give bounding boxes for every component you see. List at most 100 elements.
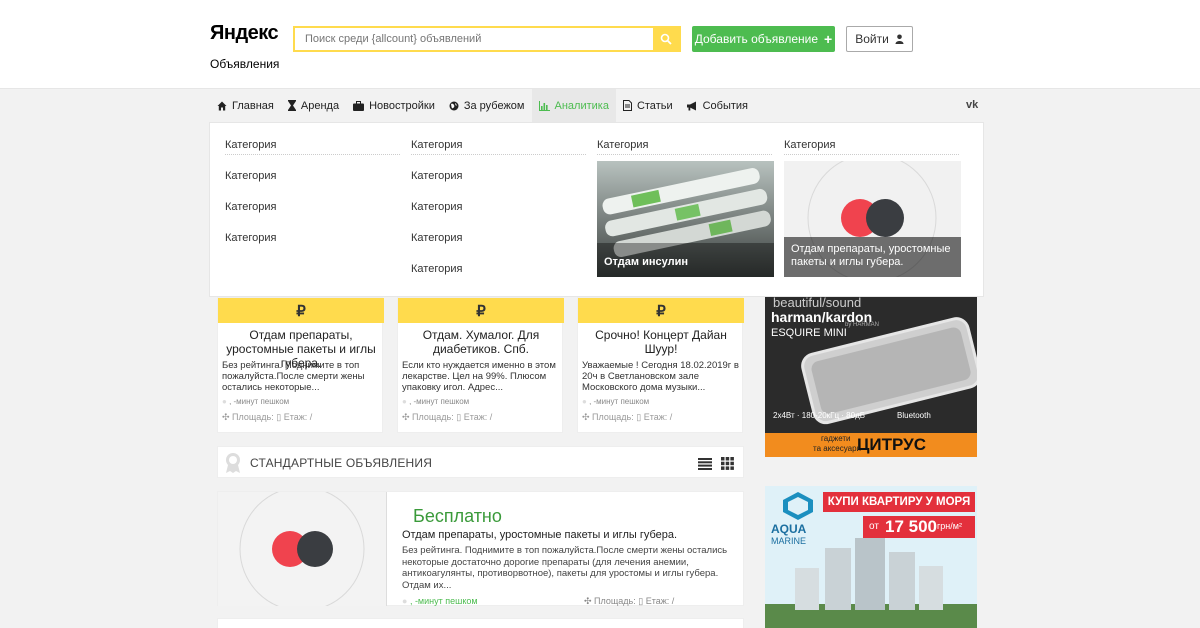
search-box [293, 26, 681, 52]
card-walk: ● , -минут пешком [582, 397, 650, 406]
metro-dot-icon: ● [582, 397, 590, 406]
yandex-logo[interactable]: Яндекс [210, 22, 279, 45]
banner-ad-speaker[interactable]: beautiful/sound harman/kardon by HARMAN … [765, 297, 977, 457]
bar-chart-icon [538, 100, 550, 111]
nav-item-rent[interactable]: Аренда [281, 89, 346, 122]
search-input[interactable] [295, 28, 653, 50]
promo-drugs[interactable]: Отдам препараты, уростомные пакеты и игл… [784, 161, 961, 277]
nav-label: Новостройки [369, 99, 435, 112]
aqua-logo-icon [783, 492, 813, 520]
search-icon [660, 33, 672, 45]
header: Яндекс Объявления Добавить объявление + … [0, 0, 1200, 89]
add-ad-button[interactable]: Добавить объявление + [692, 26, 835, 52]
logo-text: Яндекс [210, 22, 279, 44]
speaker-image [801, 317, 977, 425]
dropdown-col2-item[interactable]: Категория [411, 201, 462, 213]
price-bar: ₽ [398, 298, 564, 323]
badge-icon [226, 453, 240, 473]
logo-subtitle[interactable]: Объявления [210, 57, 279, 71]
metro-dot-icon: ● [402, 397, 410, 406]
ruble-icon: ₽ [476, 302, 486, 320]
card-meta: ✣ Площадь: ▯ Етаж: / [222, 412, 313, 422]
list-view-icon[interactable] [698, 458, 712, 470]
area-icon: ✣ [222, 412, 233, 422]
dropdown-col2-head[interactable]: Категория [411, 139, 462, 151]
price-bar: ₽ [578, 298, 744, 323]
megaphone-icon [686, 101, 696, 110]
ad-unit: грн/м² [937, 521, 962, 531]
ad-brand: AQUA [771, 522, 807, 536]
floor-icon: ▯ [636, 412, 644, 422]
ad-price-box: от 17 500 грн/м² [863, 516, 975, 538]
promo-caption: Отдам препараты, уростомные пакеты и игл… [791, 243, 951, 268]
section-title: СТАНДАРТНЫЕ ОБЪЯВЛЕНИЯ [250, 456, 433, 470]
divider [784, 154, 959, 155]
divider [225, 154, 400, 155]
listing-item[interactable] [217, 618, 744, 628]
dropdown-col3-head[interactable]: Категория [597, 139, 648, 151]
nav-label: События [702, 99, 749, 112]
listing-item[interactable]: Бесплатно Отдам препараты, уростомные па… [217, 491, 744, 606]
card-meta: ✣ Площадь: ▯ Етаж: / [582, 412, 673, 422]
dropdown-col4-head[interactable]: Категория [784, 139, 835, 151]
vk-icon[interactable]: vk [966, 99, 978, 111]
card-desc: Если кто нуждается именно в этом лекарст… [402, 360, 556, 393]
nav-label: Главная [232, 99, 274, 112]
nav-item-abroad[interactable]: За рубежом [442, 89, 532, 122]
nav-label: Аренда [300, 99, 340, 112]
vip-card[interactable]: ₽ Отдам. Хумалог. Для диабетиков. Спб. Е… [397, 297, 564, 433]
listing-walk: ● , -минут пешком [402, 596, 478, 606]
ad-tag1: гаджети [821, 434, 851, 443]
metro-dot-icon: ● [402, 596, 410, 606]
listing-thumbnail[interactable] [218, 492, 387, 606]
nav-item-analytics[interactable]: Аналитика [531, 89, 616, 122]
dropdown-col2-item[interactable]: Категория [411, 170, 462, 182]
nav-label: Статьи [636, 99, 673, 112]
area-icon: ✣ [402, 412, 413, 422]
ruble-icon: ₽ [656, 302, 666, 320]
buildings-image [765, 538, 977, 628]
listing-price: Бесплатно [413, 506, 502, 526]
plus-icon: + [824, 31, 833, 47]
banner-ad-apartment[interactable]: КУПИ КВАРТИРУ У МОРЯ от 17 500 грн/м² AQ… [765, 486, 977, 628]
login-label: Войти [855, 32, 889, 46]
document-icon [622, 100, 632, 111]
card-title[interactable]: Отдам. Хумалог. Для диабетиков. Спб. [403, 328, 559, 356]
listing-desc: Без рейтинга. Поднимите в топ пожалуйста… [402, 545, 728, 591]
nav-item-events[interactable]: События [680, 89, 755, 122]
login-button[interactable]: Войти [846, 26, 913, 52]
analytics-dropdown: Категория Категория Категория Категория … [209, 122, 984, 297]
price-bar: ₽ [218, 298, 384, 323]
card-title[interactable]: Срочно! Концерт Дайан Шуур! [583, 328, 739, 356]
card-walk: ● , -минут пешком [222, 397, 290, 406]
divider [411, 154, 586, 155]
card-desc: Уважаемые ! Сегодня 18.02.2019г в 20ч в … [582, 360, 739, 393]
vip-card[interactable]: ₽ Срочно! Концерт Дайан Шуур! Уважаемые … [577, 297, 744, 433]
floor-icon: ▯ [638, 596, 646, 606]
dropdown-col1-item[interactable]: Категория [225, 232, 276, 244]
dropdown-col2-item[interactable]: Категория [411, 232, 462, 244]
ad-bluetooth: Bluetooth [897, 411, 931, 420]
hourglass-icon [287, 100, 296, 111]
nav-item-articles[interactable]: Статьи [616, 89, 680, 122]
card-walk: ● , -минут пешком [402, 397, 470, 406]
dropdown-col1-item[interactable]: Категория [225, 170, 276, 182]
floor-icon: ▯ [276, 412, 284, 422]
vip-card[interactable]: ₽ Отдам препараты, уростомные пакеты и и… [217, 297, 384, 433]
floor-icon: ▯ [456, 412, 464, 422]
dropdown-col1-head[interactable]: Категория [225, 139, 276, 151]
grid-view-icon[interactable] [721, 457, 734, 470]
dropdown-col1-item[interactable]: Категория [225, 201, 276, 213]
dropdown-col2-item[interactable]: Категория [411, 263, 462, 275]
ad-shop: ЦИТРУС [857, 435, 926, 454]
nav-item-home[interactable]: Главная [210, 89, 281, 122]
area-icon: ✣ [584, 596, 595, 606]
card-meta: ✣ Площадь: ▯ Етаж: / [402, 412, 493, 422]
promo-insulin[interactable]: Отдам инсулин [597, 161, 774, 277]
ruble-icon: ₽ [296, 302, 306, 320]
nav-item-newbuild[interactable]: Новостройки [346, 89, 442, 122]
ad-from: от [869, 521, 879, 532]
search-button[interactable] [653, 28, 679, 50]
nav-label: Аналитика [554, 99, 609, 112]
listing-title[interactable]: Отдам препараты, уростомные пакеты и игл… [402, 529, 677, 541]
